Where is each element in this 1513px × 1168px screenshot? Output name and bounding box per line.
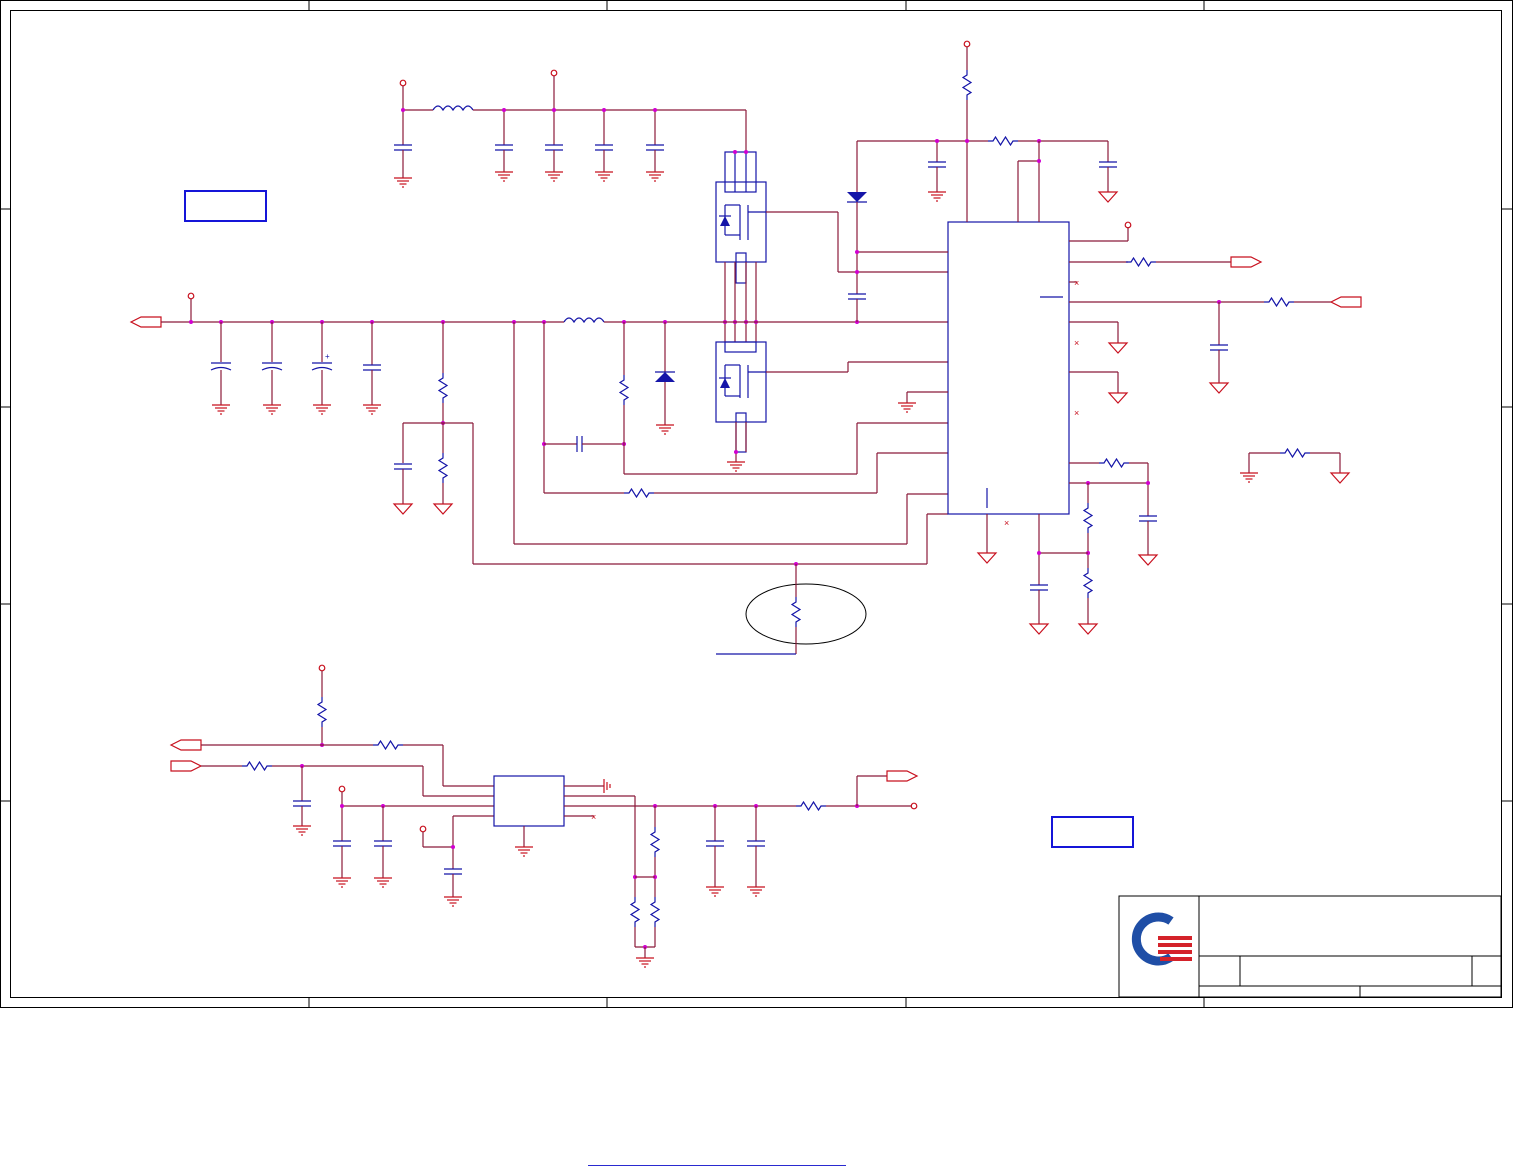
- offpage-connector-icon: [129, 316, 162, 328]
- offpage-connector-icon: [1230, 256, 1263, 268]
- offpage-connector-icon: [169, 739, 202, 751]
- input-filter-section: [393, 69, 747, 188]
- svg-text:×: ×: [1004, 518, 1009, 528]
- diode-icon: [655, 372, 675, 382]
- svg-text:×: ×: [591, 812, 596, 822]
- controller-ic: × × × ×: [847, 40, 1362, 635]
- inductor-icon: [563, 317, 605, 324]
- svg-text:+: +: [325, 352, 330, 361]
- phase-node-section: +: [129, 292, 948, 565]
- inductor-icon: [432, 105, 474, 112]
- note-box-upper: [184, 190, 267, 222]
- company-logo-icon: [1131, 912, 1192, 966]
- footer-link-underline[interactable]: [588, 1165, 846, 1166]
- offpage-connector-icon: [886, 770, 919, 782]
- offpage-connector-icon: [170, 760, 203, 772]
- highlighted-resistor: [716, 562, 867, 655]
- svg-text:×: ×: [1074, 338, 1079, 348]
- svg-text:×: ×: [1074, 408, 1079, 418]
- note-box-lower: [1051, 816, 1134, 848]
- diode-icon: [847, 192, 867, 202]
- svg-text:×: ×: [1074, 278, 1079, 288]
- schematic-canvas: + × × × × ×: [0, 0, 1513, 1008]
- offpage-connector-icon: [1329, 296, 1362, 308]
- lower-regulator-section: ×: [169, 664, 919, 968]
